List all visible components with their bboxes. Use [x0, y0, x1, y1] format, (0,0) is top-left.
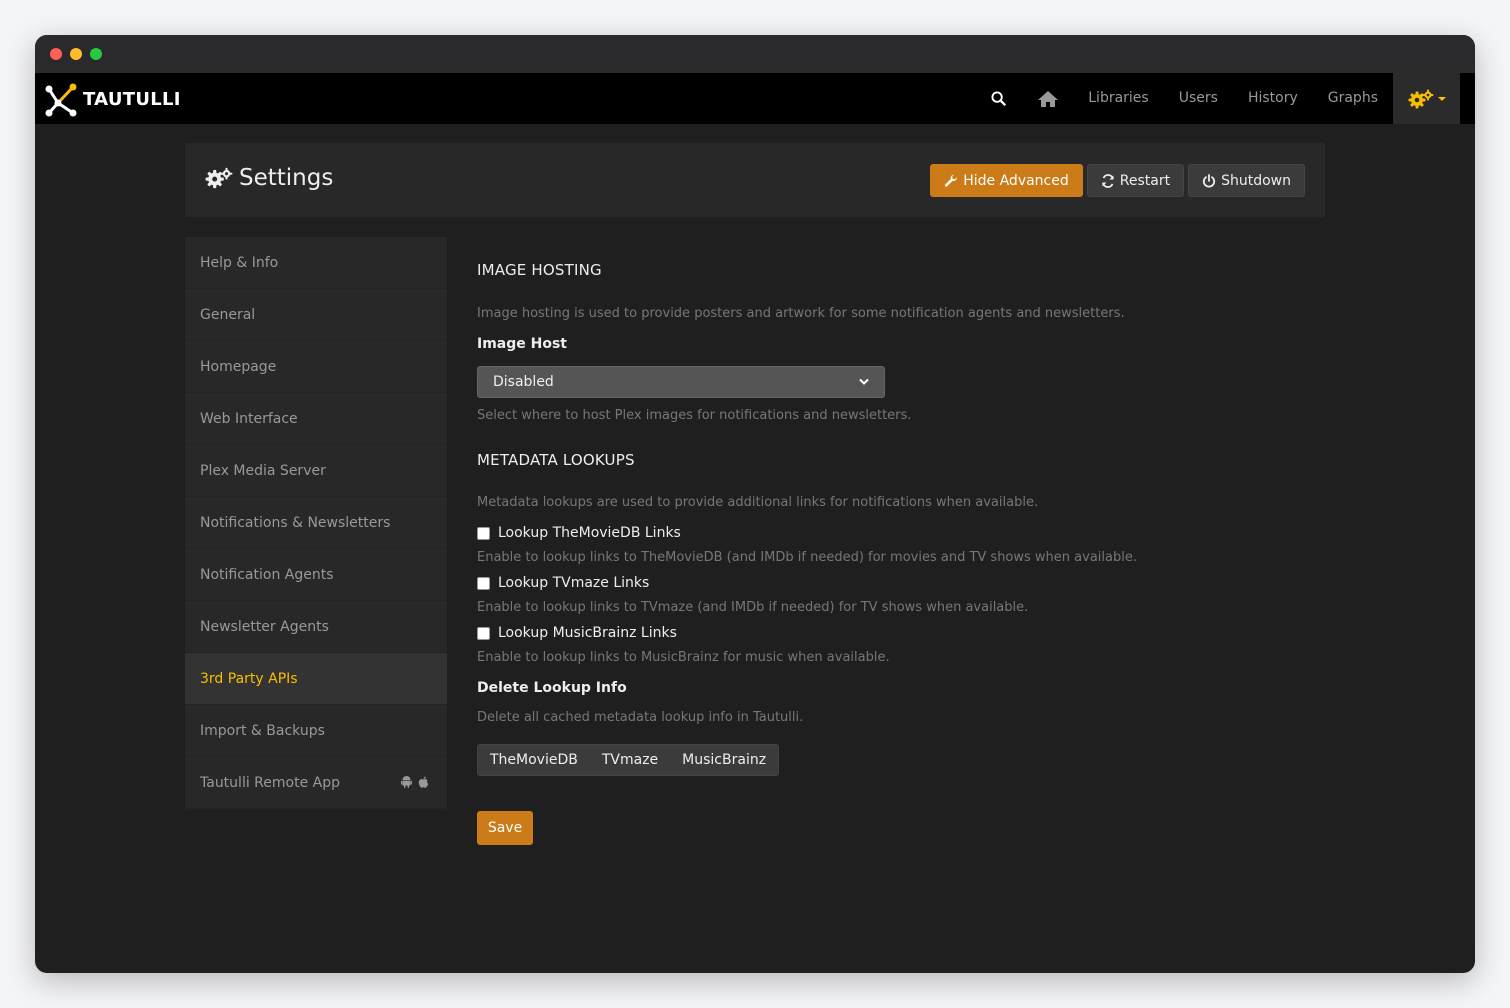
musicbrainz-lookup-row: Lookup MusicBrainz Links [477, 625, 677, 641]
home-icon [1038, 90, 1059, 107]
refresh-icon [1101, 173, 1114, 188]
platform-icons [401, 776, 429, 788]
sidebar-item-tautulli-remote-app[interactable]: Tautulli Remote App [185, 757, 447, 809]
wrench-icon [945, 174, 958, 187]
image-host-select[interactable]: Disabled [477, 366, 885, 398]
hide-advanced-label: Hide Advanced [963, 172, 1069, 189]
tmdb-lookup-row: Lookup TheMovieDB Links [477, 525, 681, 541]
image-host-help: Select where to host Plex images for not… [477, 408, 912, 423]
sidebar-item-notifications-newsletters[interactable]: Notifications & Newsletters [185, 497, 447, 549]
restart-button[interactable]: Restart [1086, 164, 1185, 197]
apple-icon [418, 776, 429, 788]
nav-users[interactable]: Users [1164, 73, 1233, 124]
hide-advanced-button[interactable]: Hide Advanced [930, 164, 1083, 197]
musicbrainz-lookup-checkbox[interactable] [477, 626, 490, 640]
close-window-button[interactable] [50, 48, 62, 60]
tvmaze-lookup-label[interactable]: Lookup TVmaze Links [498, 575, 649, 591]
tvmaze-lookup-row: Lookup TVmaze Links [477, 575, 649, 591]
delete-lookup-button-group: TheMovieDB TVmaze MusicBrainz [477, 744, 780, 776]
delete-tmdb-button[interactable]: TheMovieDB [478, 745, 590, 775]
tmdb-lookup-help: Enable to lookup links to TheMovieDB (an… [477, 550, 1137, 565]
sidebar-item-general[interactable]: General [185, 289, 447, 341]
nav-libraries[interactable]: Libraries [1073, 73, 1163, 124]
brand-name: TAUTULLI [83, 88, 181, 110]
musicbrainz-lookup-help: Enable to lookup links to MusicBrainz fo… [477, 650, 890, 665]
tvmaze-lookup-help: Enable to lookup links to TVmaze (and IM… [477, 600, 1029, 615]
musicbrainz-lookup-label[interactable]: Lookup MusicBrainz Links [498, 625, 677, 641]
settings-header: Settings Hide Advanced Restart Shutdown [185, 143, 1325, 217]
delete-musicbrainz-button[interactable]: MusicBrainz [670, 745, 778, 775]
sidebar-item-web-interface[interactable]: Web Interface [185, 393, 447, 445]
metadata-lookups-heading: METADATA LOOKUPS [477, 451, 635, 469]
gears-icon [205, 167, 233, 189]
android-icon [401, 776, 412, 788]
tvmaze-lookup-checkbox[interactable] [477, 576, 490, 590]
settings-dropdown-button[interactable] [1393, 73, 1460, 124]
shutdown-label: Shutdown [1221, 172, 1291, 189]
title-bar [35, 35, 1475, 73]
delete-tvmaze-button[interactable]: TVmaze [590, 745, 670, 775]
page-title: Settings [205, 165, 333, 191]
search-button[interactable] [983, 73, 1013, 124]
save-button[interactable]: Save [477, 811, 533, 845]
sidebar-item-plex-media-server[interactable]: Plex Media Server [185, 445, 447, 497]
chevron-down-icon [1437, 96, 1446, 101]
nav-history[interactable]: History [1233, 73, 1313, 124]
sidebar-item-notification-agents[interactable]: Notification Agents [185, 549, 447, 601]
metadata-lookups-description: Metadata lookups are used to provide add… [477, 495, 1039, 510]
tmdb-lookup-checkbox[interactable] [477, 526, 490, 540]
gears-icon [1408, 89, 1433, 108]
delete-lookup-label: Delete Lookup Info [477, 680, 627, 696]
image-hosting-heading: IMAGE HOSTING [477, 261, 602, 279]
brand-logo-link[interactable]: TAUTULLI [43, 81, 181, 117]
sidebar-item-homepage[interactable]: Homepage [185, 341, 447, 393]
delete-lookup-help: Delete all cached metadata lookup info i… [477, 710, 804, 725]
sidebar-item-import-backups[interactable]: Import & Backups [185, 705, 447, 757]
image-host-selected-value: Disabled [493, 374, 554, 390]
chevron-down-icon [859, 378, 869, 385]
settings-sidebar: Help & Info General Homepage Web Interfa… [185, 237, 447, 809]
minimize-window-button[interactable] [70, 48, 82, 60]
home-button[interactable] [1033, 73, 1063, 124]
sidebar-item-help-info[interactable]: Help & Info [185, 237, 447, 289]
image-host-label: Image Host [477, 336, 567, 352]
maximize-window-button[interactable] [90, 48, 102, 60]
page-title-text: Settings [239, 165, 334, 191]
nav-links: Libraries Users History Graphs [983, 73, 1460, 124]
shutdown-button[interactable]: Shutdown [1188, 164, 1305, 197]
search-icon [991, 91, 1006, 106]
power-icon [1203, 173, 1216, 188]
restart-label: Restart [1119, 172, 1171, 189]
image-hosting-description: Image hosting is used to provide posters… [477, 306, 1125, 321]
tautulli-logo-icon [45, 83, 77, 117]
nav-graphs[interactable]: Graphs [1313, 73, 1393, 124]
top-navbar: TAUTULLI Libraries Users History Graphs [35, 73, 1475, 124]
sidebar-item-label: Tautulli Remote App [200, 774, 340, 791]
app-window: TAUTULLI Libraries Users History Graphs [35, 35, 1475, 973]
header-buttons: Hide Advanced Restart Shutdown [930, 164, 1305, 197]
tmdb-lookup-label[interactable]: Lookup TheMovieDB Links [498, 525, 681, 541]
sidebar-item-3rd-party-apis[interactable]: 3rd Party APIs [185, 653, 447, 705]
sidebar-item-newsletter-agents[interactable]: Newsletter Agents [185, 601, 447, 653]
